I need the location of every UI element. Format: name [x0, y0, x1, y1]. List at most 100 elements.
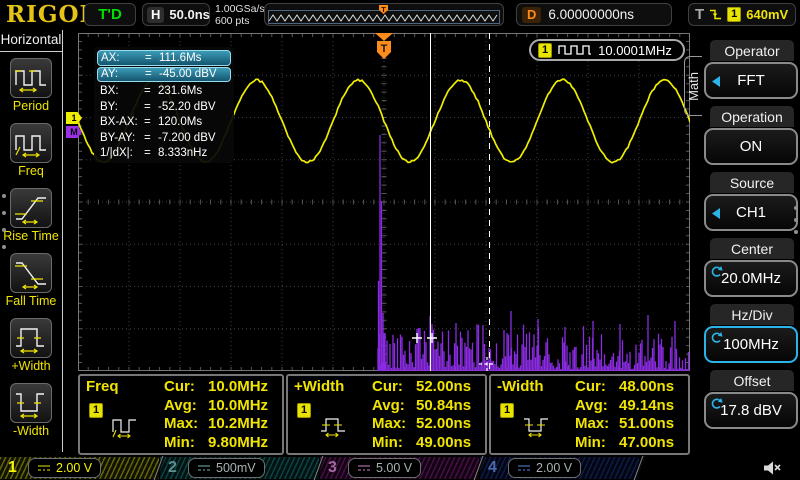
dc-coupling-icon	[197, 463, 211, 473]
h-label: H	[147, 7, 164, 23]
channel-number: 2	[168, 459, 182, 477]
menu-divider	[62, 30, 63, 452]
softkey-operator[interactable]: FFT	[704, 62, 798, 99]
softkey-label-offset: Offset	[710, 370, 794, 391]
scroll-dot	[2, 194, 6, 198]
channel4-status[interactable]: 4 2.00 V	[480, 457, 639, 479]
softkey-hzdiv[interactable]: 100MHz	[704, 326, 798, 363]
cursor-row-byay: BY-AY:=-7.200 dBV	[97, 130, 231, 146]
measurement-panel-freq: Freq 1 Cur:10.0MHz Avg:10.0MHz Max:10.2M…	[78, 374, 284, 455]
page-dot	[794, 206, 798, 210]
cursor-row-bx: BX:=231.6Ms	[97, 83, 231, 99]
measurement-values: Cur:10.0MHz Avg:10.0MHz Max:10.2MHz Min:…	[164, 377, 279, 452]
oscilloscope-screen: RIGOL T'D H 50.0ns 1.00GSa/s 600 pts T D…	[0, 0, 800, 480]
softkey-label-hzdiv: Hz/Div	[710, 304, 794, 325]
menu-item-period[interactable]: Period	[0, 58, 62, 113]
pwidth-meas-icon	[318, 412, 348, 440]
softkey-label-center: Center	[710, 238, 794, 259]
horizontal-scale-box[interactable]: H 50.0ns	[142, 3, 210, 26]
channel1-status[interactable]: 1 2.00 V	[0, 457, 159, 479]
channel-number: 1	[8, 459, 22, 477]
dc-coupling-icon	[357, 463, 371, 473]
square-wave-icon	[558, 43, 592, 57]
left-menu-title: Horizontal	[0, 32, 62, 52]
horizontal-measure-menu: Horizontal Period Freq Rise Time	[0, 30, 76, 457]
softkey-label-operator: Operator	[710, 40, 794, 61]
preview-waveform: T	[265, 4, 503, 25]
channel-number: 4	[488, 459, 502, 477]
cursor-row-by: BY:=-52.20 dBV	[97, 99, 231, 115]
measurement-panel-nwidth: -Width 1 Cur:48.00ns Avg:49.14ns Max:51.…	[489, 374, 690, 455]
knob-icon	[710, 397, 723, 410]
period-icon	[11, 59, 51, 97]
page-dot	[794, 218, 798, 222]
softkey-label-operation: Operation	[710, 106, 794, 127]
channel-scale-box: 5.00 V	[348, 458, 421, 478]
trigger-status-text: T'D	[98, 6, 122, 23]
cursor-row-ay: AY:=-45.00 dBV	[97, 67, 231, 83]
channel-badge: 1	[89, 403, 103, 418]
channel-scale-box: 2.00 V	[508, 458, 581, 478]
rise-time-icon	[11, 189, 51, 227]
measurement-panel-pwidth: +Width 1 Cur:52.00ns Avg:50.84ns Max:52.…	[286, 374, 487, 455]
channel-badge: 1	[500, 403, 514, 418]
left-arrow-icon	[712, 76, 720, 87]
h-scale-value: 50.0ns	[169, 7, 209, 22]
menu-item-freq[interactable]: Freq	[0, 123, 62, 178]
left-arrow-icon	[712, 208, 720, 219]
softkey-offset[interactable]: 17.8 dBV	[704, 392, 798, 429]
svg-text:T: T	[381, 43, 388, 55]
menu-item-rise-time[interactable]: Rise Time	[0, 188, 62, 243]
counter-value: 10.0001MHz	[598, 43, 672, 58]
dc-coupling-icon	[517, 463, 531, 473]
hardware-freq-counter: 1 10.0001MHz	[529, 39, 685, 61]
channel-badge: 1	[297, 403, 311, 418]
acquisition-info: 1.00GSa/s 600 pts	[215, 3, 265, 27]
delay-value: 6.00000000ns	[548, 7, 634, 22]
trigger-source-badge: 1	[727, 7, 741, 22]
channel-number: 3	[328, 459, 342, 477]
fall-time-icon	[11, 254, 51, 292]
softkey-label-source: Source	[710, 172, 794, 193]
menu-item-pwidth[interactable]: +Width	[0, 318, 62, 373]
counter-channel-badge: 1	[538, 43, 552, 58]
page-dot	[794, 230, 798, 234]
channel-scale-box: 2.00 V	[28, 458, 101, 478]
trigger-label: T	[695, 6, 704, 23]
status-bar: RIGOL T'D H 50.0ns 1.00GSa/s 600 pts T D…	[0, 0, 800, 30]
cursor-row-bxax: BX-AX:=120.0Ms	[97, 114, 231, 130]
sample-rate: 1.00GSa/s	[215, 3, 265, 15]
menu-item-fall-time[interactable]: Fall Time	[0, 253, 62, 308]
horizontal-delay-box[interactable]: D 6.00000000ns	[516, 3, 672, 26]
math-menu-tab: Math	[684, 56, 702, 116]
waveform-preview-strip[interactable]: T	[264, 3, 504, 26]
scroll-dot	[2, 245, 6, 249]
trigger-level-value: 640mV	[746, 7, 788, 22]
knob-icon	[710, 331, 723, 344]
falling-edge-icon	[709, 8, 722, 21]
trigger-info-box[interactable]: T 1 640mV	[688, 3, 796, 26]
knob-icon	[710, 265, 723, 278]
nwidth-icon	[11, 384, 51, 422]
trigger-status-badge[interactable]: T'D	[84, 3, 136, 26]
channel2-status[interactable]: 2 500mV	[160, 457, 319, 479]
nwidth-meas-icon	[521, 412, 551, 440]
delay-label: D	[522, 7, 541, 23]
measurement-values: Cur:52.00ns Avg:50.84ns Max:52.00ns Min:…	[372, 377, 482, 452]
softkey-center[interactable]: 20.0MHz	[704, 260, 798, 297]
freq-icon	[11, 124, 51, 162]
pwidth-icon	[11, 319, 51, 357]
cursor-row-ax: AX:=111.6Ms	[97, 50, 231, 66]
menu-item-nwidth[interactable]: -Width	[0, 383, 62, 438]
memory-depth: 600 pts	[215, 15, 265, 27]
channel-scale-box: 500mV	[188, 458, 265, 478]
scroll-dot	[2, 228, 6, 232]
svg-text:T: T	[381, 5, 386, 14]
channel-status-bar: 1 2.00 V 2 500mV 3 5.00 V 4 2.00 V	[0, 456, 800, 480]
channel3-status[interactable]: 3 5.00 V	[320, 457, 479, 479]
cursor-row-dx: 1/|dX|:=8.333nHz	[97, 146, 231, 162]
softkey-source[interactable]: CH1	[704, 194, 798, 231]
softkey-operation[interactable]: ON	[704, 128, 798, 165]
scroll-dot	[2, 211, 6, 215]
speaker-muted-icon	[762, 459, 782, 477]
